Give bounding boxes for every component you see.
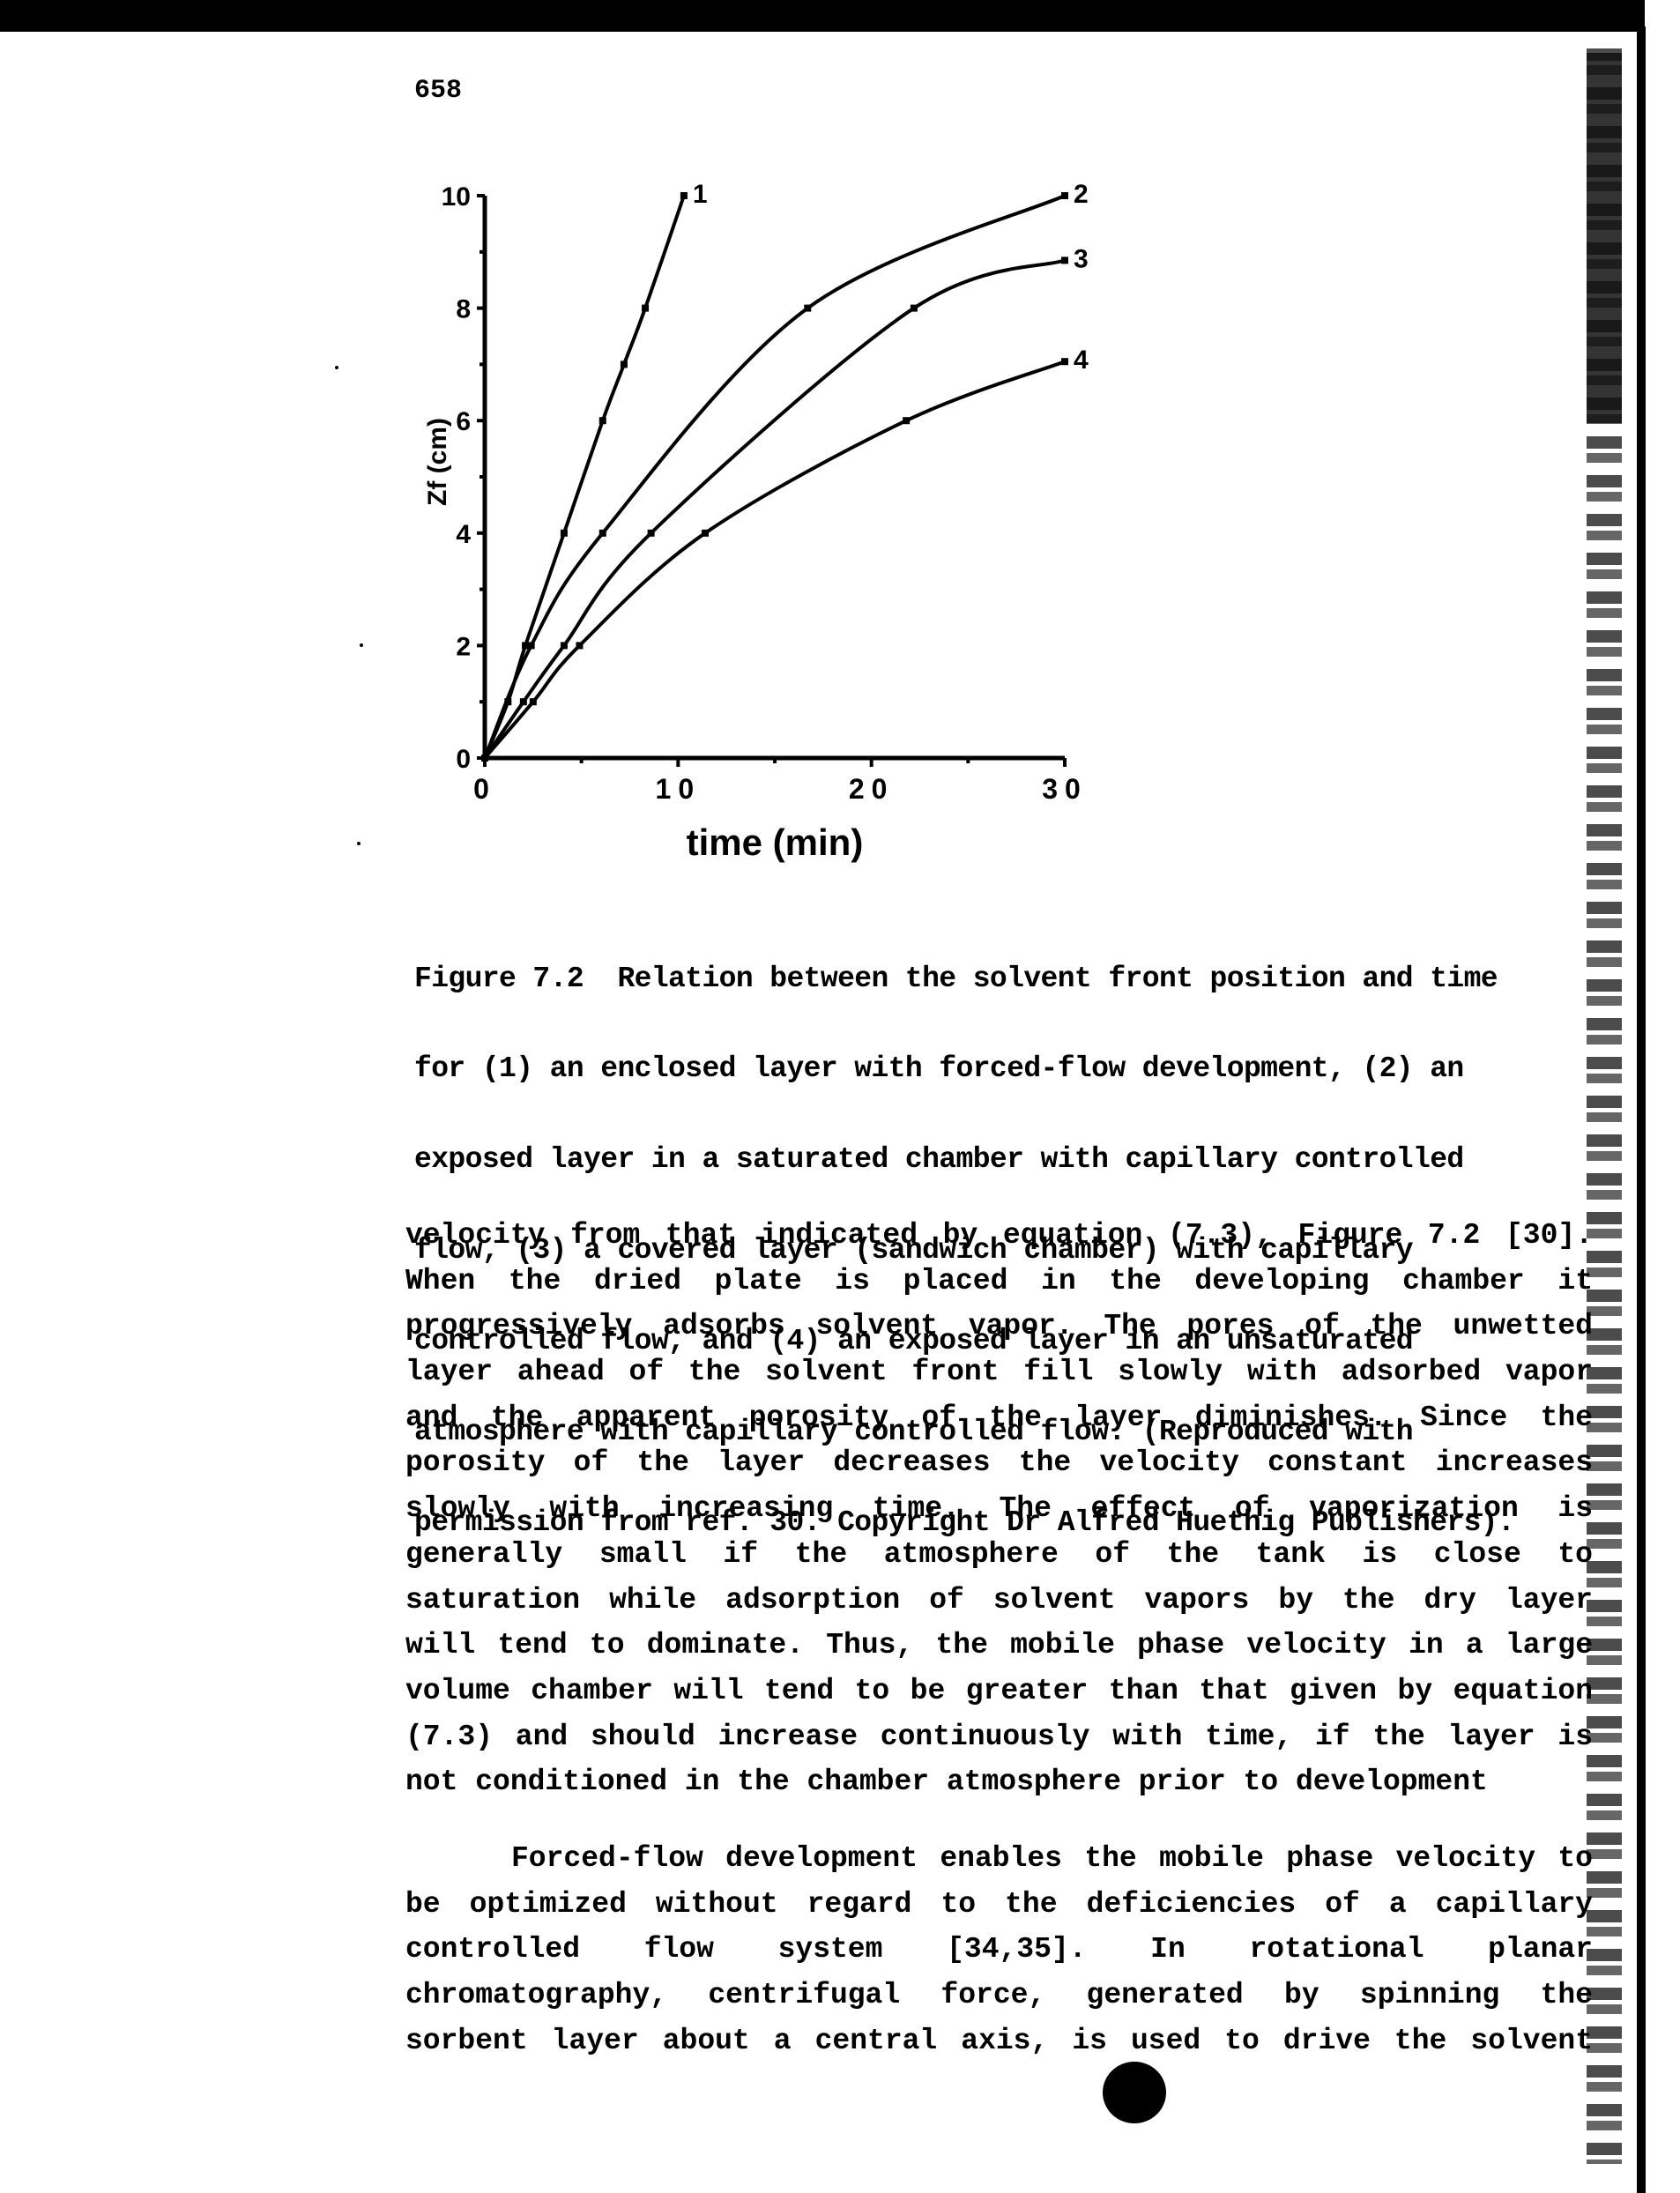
series-label: 4 xyxy=(1074,346,1089,375)
data-point xyxy=(598,417,606,425)
series-label: 1 xyxy=(693,180,708,209)
data-point xyxy=(598,529,606,537)
text-line: generally small if the atmosphere of the… xyxy=(405,1537,1593,1571)
text-line: will tend to dominate. Thus, the mobile … xyxy=(405,1629,1593,1662)
data-point xyxy=(560,642,568,650)
text-line: When the dried plate is placed in the de… xyxy=(405,1264,1593,1297)
data-point xyxy=(620,361,628,368)
data-point xyxy=(910,304,918,312)
series-line-2 xyxy=(483,194,1066,759)
y-tick-label: 4 xyxy=(456,520,471,549)
body-paragraph-2: Forced-flow development enables the mobi… xyxy=(405,1836,1593,2063)
text-line: velocity from that indicated by equation… xyxy=(405,1219,1593,1252)
x-tick-label: 0 xyxy=(473,773,496,805)
y-tick-label: 2 xyxy=(456,632,471,661)
data-point xyxy=(804,304,812,312)
x-tick-label: 10 xyxy=(656,773,702,805)
text-line: (7.3) and should increase continuously w… xyxy=(405,1720,1593,1753)
y-tick-label: 8 xyxy=(456,295,471,324)
series-label: 2 xyxy=(1074,180,1089,209)
y-tick-label: 10 xyxy=(442,182,471,212)
x-tick-label: 30 xyxy=(1042,773,1088,805)
y-axis-label: Zf (cm) xyxy=(423,418,452,506)
text-line: volume chamber will tend to be greater t… xyxy=(405,1674,1593,1707)
text-line: not conditioned in the chamber atmospher… xyxy=(405,1766,1488,1799)
caption-line: Figure 7.2 Relation between the solvent … xyxy=(414,962,1498,995)
text-line: sorbent layer about a central axis, is u… xyxy=(405,2024,1593,2057)
x-axis-label: time (min) xyxy=(687,821,864,863)
text-line: porosity of the layer decreases the velo… xyxy=(405,1446,1593,1480)
data-point xyxy=(680,192,688,199)
data-point xyxy=(529,698,537,706)
text-line: Forced-flow development enables the mobi… xyxy=(511,1842,1593,1875)
data-point xyxy=(481,755,488,762)
text-line: slowly with increasing time. The effect … xyxy=(405,1492,1593,1526)
text-line: progressively adsorbs solvent vapor. The… xyxy=(405,1310,1593,1343)
data-point xyxy=(1061,256,1068,264)
text-line: be optimized without regard to the defic… xyxy=(405,1887,1593,1921)
data-point xyxy=(642,304,650,312)
x-tick-label: 20 xyxy=(849,773,895,805)
data-point xyxy=(519,698,527,706)
data-point xyxy=(576,642,584,650)
y-tick-label: 0 xyxy=(456,745,471,774)
data-point xyxy=(647,529,655,537)
data-point xyxy=(560,529,568,537)
series-line-1 xyxy=(483,195,686,759)
data-point xyxy=(1061,358,1068,366)
text-line: layer ahead of the solvent front fill sl… xyxy=(405,1356,1593,1389)
body-paragraph-1: velocity from that indicated by equation… xyxy=(405,1213,1593,1805)
data-point xyxy=(702,529,710,537)
series-label: 3 xyxy=(1074,244,1089,273)
text-line: saturation while adsorption of solvent v… xyxy=(405,1583,1593,1617)
scan-blot xyxy=(1103,2062,1166,2123)
data-point xyxy=(903,417,911,425)
figure-chart: 0 2 4 6 8 10 0 10 20 30 time (min) Zf (cm) 1 2 3 4 xyxy=(423,180,1089,863)
data-point xyxy=(527,642,535,650)
text-line: and the apparent porosity of the layer d… xyxy=(405,1401,1593,1434)
caption-line: exposed layer in a saturated chamber wit… xyxy=(414,1143,1464,1177)
text-line: chromatography, centrifugal force, gener… xyxy=(405,1979,1593,2012)
data-point xyxy=(1061,192,1068,199)
y-tick-label: 6 xyxy=(456,407,471,436)
caption-line: for (1) an enclosed layer with forced-fl… xyxy=(414,1052,1464,1086)
text-line: controlled flow system [34,35]. In rotat… xyxy=(405,1933,1593,1966)
